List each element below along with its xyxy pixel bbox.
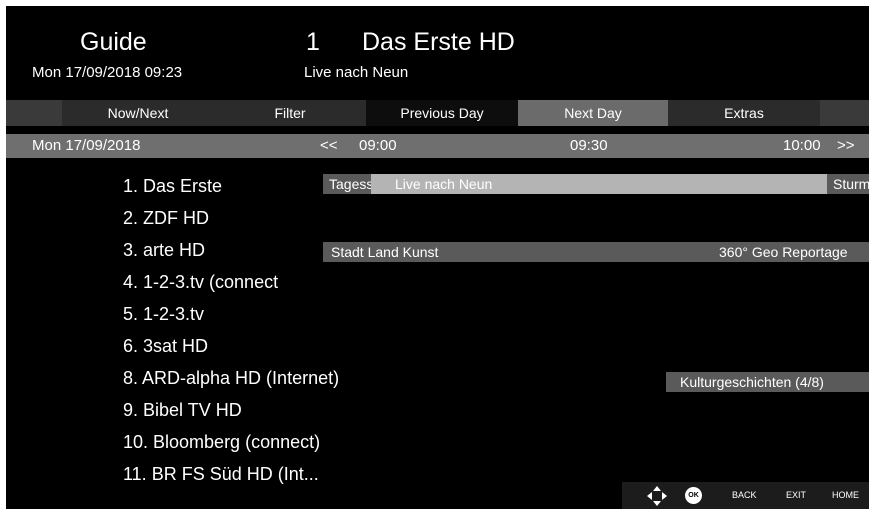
exit-key-label: EXIT [786,490,807,500]
home-key-label: HOME [832,490,859,500]
ok-key-icon: OK [685,487,702,504]
current-channel-name: Das Erste HD [362,28,515,56]
current-datetime: Mon 17/09/2018 09:23 [32,64,183,81]
channel-item-bibel-tv[interactable]: 9. Bibel TV HD [123,400,242,421]
menu-previous-day[interactable]: Previous Day [366,100,518,126]
timeline-time-0900: 09:00 [359,137,397,154]
current-channel-number: 1 [306,28,320,56]
remote-key-hints: OK BACK EXIT HOME [622,482,869,509]
back-key-label: BACK [732,490,757,500]
programme-sturm[interactable]: Sturm [827,174,869,194]
programme-kulturgeschichten[interactable]: Kulturgeschichten (4/8) [666,372,869,392]
channel-item-123tv-connect[interactable]: 4. 1-2-3.tv (connect [123,272,278,293]
channel-item-arte-hd[interactable]: 3. arte HD [123,240,205,261]
menu-extras[interactable]: Extras [668,100,820,126]
epg-screen: Guide Mon 17/09/2018 09:23 1 Das Erste H… [6,6,869,509]
page-title: Guide [80,28,147,56]
channel-item-das-erste[interactable]: 1. Das Erste [123,176,222,197]
menu-next-day[interactable]: Next Day [518,100,668,126]
channel-item-bloomberg[interactable]: 10. Bloomberg (connect) [123,432,320,453]
programme-tagesschau[interactable]: Tagess [323,174,371,194]
channel-item-zdf-hd[interactable]: 2. ZDF HD [123,208,209,229]
channel-item-123tv[interactable]: 5. 1-2-3.tv [123,304,204,325]
menu-now-next[interactable]: Now/Next [62,100,214,126]
timeline-time-0930: 09:30 [570,137,608,154]
timeline-prev-button[interactable]: << [320,134,338,158]
current-programme: Live nach Neun [304,64,409,81]
channel-item-br-fs-sued[interactable]: 11. BR FS Süd HD (Int... [123,464,319,485]
timeline-date: Mon 17/09/2018 [32,137,141,154]
programme-360-geo-reportage[interactable]: 360° Geo Reportage [719,242,869,262]
programme-stadt-land-kunst[interactable]: Stadt Land Kunst [323,242,743,262]
channel-item-3sat-hd[interactable]: 6. 3sat HD [123,336,208,357]
guide-menu-bar: Now/Next Filter Previous Day Next Day Ex… [6,100,869,126]
timeline-bar: Mon 17/09/2018 << 09:00 09:30 10:00 >> [6,134,869,158]
timeline-next-button[interactable]: >> [837,134,855,158]
timeline-time-1000: 10:00 [783,137,821,154]
menu-filter[interactable]: Filter [214,100,366,126]
channel-item-ard-alpha[interactable]: 8. ARD-alpha HD (Internet) [123,368,339,389]
programme-live-nach-neun[interactable]: Live nach Neun [371,174,827,194]
direction-pad-icon [647,486,667,506]
